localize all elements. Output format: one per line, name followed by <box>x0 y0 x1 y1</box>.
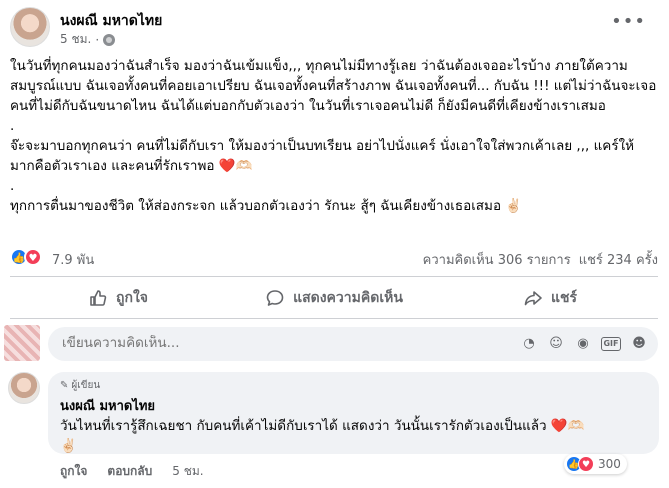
share-button[interactable]: แชร์ <box>442 282 658 314</box>
comment-time[interactable]: 5 ชม. <box>172 462 203 481</box>
emoji-icon[interactable]: ☺ <box>547 335 565 353</box>
comment-author-name[interactable]: นงผณี มหาดไทย <box>60 395 647 416</box>
comment-count[interactable]: ความคิดเห็น 306 รายการ <box>423 249 571 270</box>
smiley-sticker-icon[interactable]: ☻ <box>630 335 648 353</box>
author-avatar[interactable] <box>10 7 50 47</box>
comment-text: วันไหนที่เรารู้สึกเฉยชา กับคนที่เค้าไม่ด… <box>60 418 585 434</box>
post-paragraph: ทุกการตื่นมาของชีวิต ให้ส่องกระจก แล้วบอ… <box>10 198 523 214</box>
love-reaction-icon: ♥ <box>24 248 42 266</box>
divider <box>10 318 658 319</box>
author-badge-label: ผู้เขียน <box>71 380 101 391</box>
sticker-icon[interactable]: ◔ <box>520 335 538 353</box>
divider <box>10 276 658 277</box>
comment-reactions[interactable]: 👍 ♥ 300 <box>564 454 627 474</box>
post-actions: ถูกใจ แสดงความคิดเห็น แชร์ <box>10 282 658 314</box>
comment-like-button[interactable]: ถูกใจ <box>60 462 87 481</box>
post-paragraph: ในวันที่ทุกคนมองว่าฉันสำเร็จ มองว่าฉันเข… <box>10 58 657 114</box>
share-label: แชร์ <box>550 290 578 306</box>
post-body: ในวันที่ทุกคนมองว่าฉันสำเร็จ มองว่าฉันเข… <box>10 56 658 216</box>
like-button[interactable]: ถูกใจ <box>10 282 226 314</box>
love-reaction-icon: ♥ <box>578 456 594 472</box>
comment-input-box[interactable]: ◔ ☺ ◉ GIF ☻ <box>48 327 658 361</box>
reaction-icons[interactable]: 👍 ♥ <box>10 248 42 266</box>
comment-reaction-count: 300 <box>598 457 621 471</box>
globe-icon <box>103 33 116 46</box>
comment-button[interactable]: แสดงความคิดเห็น <box>226 282 442 314</box>
commenter-avatar[interactable] <box>8 372 40 404</box>
post-author-name[interactable]: นงผณี มหาดไทย <box>60 10 162 32</box>
comment-reply-button[interactable]: ตอบกลับ <box>107 462 152 481</box>
camera-icon[interactable]: ◉ <box>574 335 592 353</box>
more-horizontal-icon: ••• <box>611 11 646 32</box>
share-icon <box>524 291 542 306</box>
viewer-avatar <box>4 325 40 361</box>
reaction-count[interactable]: 7.9 พัน <box>52 249 94 270</box>
post-header: นงผณี มหาดไทย 5 ชม. · ••• <box>10 7 660 47</box>
gif-icon[interactable]: GIF <box>601 337 621 351</box>
post-stats: 👍 ♥ 7.9 พัน ความคิดเห็น 306 รายการ แชร์ … <box>10 246 658 268</box>
thumbs-up-icon <box>90 290 107 306</box>
like-label: ถูกใจ <box>116 290 148 306</box>
post-time[interactable]: 5 ชม. <box>60 30 91 49</box>
comment-icon <box>266 290 284 306</box>
comment-composer: ◔ ☺ ◉ GIF ☻ <box>0 325 669 365</box>
post-meta: 5 ชม. · <box>60 30 116 49</box>
author-badge: ✎ ผู้เขียน <box>60 378 647 393</box>
comment-bubble: ✎ ผู้เขียน นงผณี มหาดไทย วันไหนที่เรารู้… <box>48 372 659 454</box>
meta-separator: · <box>95 32 100 47</box>
share-count[interactable]: แชร์ 234 ครั้ง <box>579 249 658 270</box>
more-options-button[interactable]: ••• <box>611 11 646 32</box>
comment-input[interactable] <box>62 335 502 351</box>
post-paragraph: จ๊ะจะมาบอกทุกคนว่า คนที่ไม่ดีกับเรา ให้ม… <box>10 138 635 174</box>
composer-tools: ◔ ☺ ◉ GIF ☻ <box>520 335 648 353</box>
stats-right: ความคิดเห็น 306 รายการ แชร์ 234 ครั้ง <box>423 249 658 270</box>
comment-actions: ถูกใจ ตอบกลับ 5 ชม. <box>60 462 204 481</box>
pencil-icon: ✎ <box>60 380 69 391</box>
post-paragraph: . <box>10 178 15 194</box>
post-paragraph: . <box>10 118 15 134</box>
comment-label: แสดงความคิดเห็น <box>293 290 403 306</box>
comment-text: ✌🏻 <box>60 438 77 454</box>
